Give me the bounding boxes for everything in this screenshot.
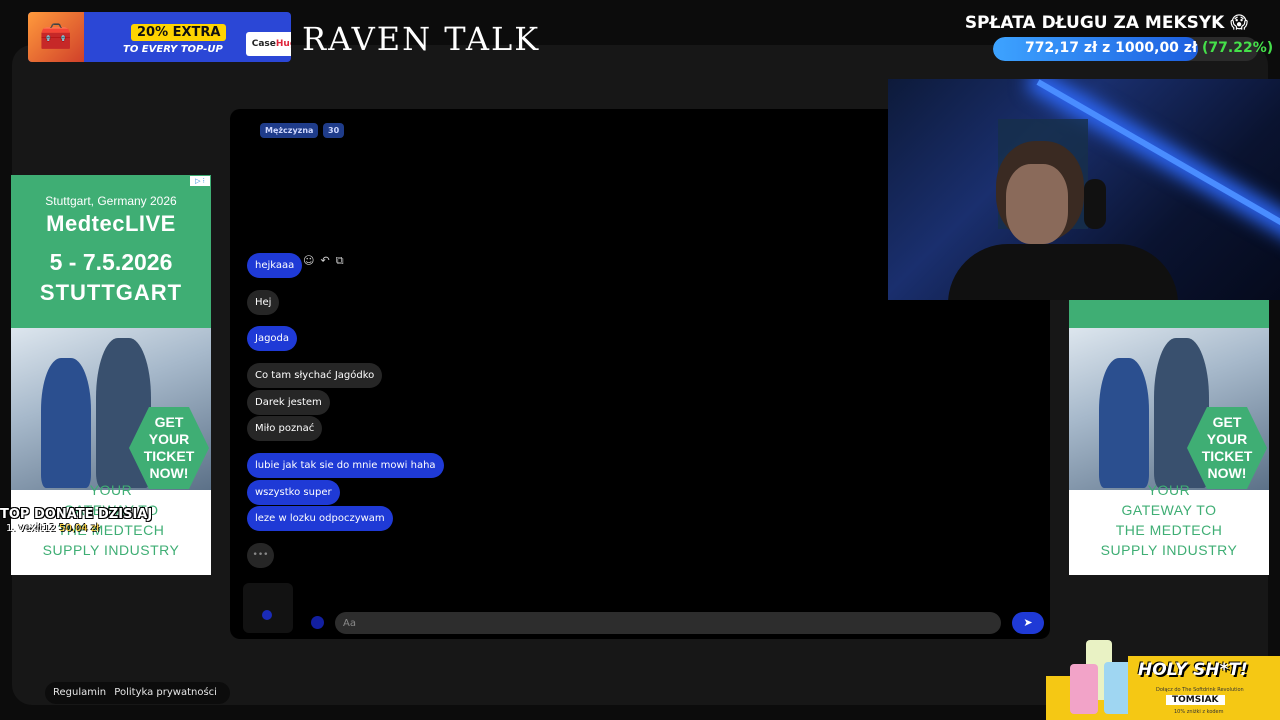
sponsor-name: TOMSIAK [1166, 695, 1225, 705]
chat-message[interactable]: Jagoda [247, 326, 298, 351]
ad-city: STUTTGART [39, 280, 183, 305]
ad-tagline: YOUR GATEWAY TO THE MEDTECH SUPPLY INDUS… [1100, 482, 1238, 558]
goal-title: SPŁATA DŁUGU ZA MEKSYK 😱 [964, 13, 1248, 33]
top-donate-entry: 1. vexit12 50,04 zł [6, 523, 99, 534]
promo-brand-logo: CaseHug [246, 32, 291, 56]
terms-link[interactable]: Regulamin [53, 687, 106, 698]
emoji-react-icon[interactable]: ☺ [303, 254, 320, 267]
goal-amount: 772,17 zł z 1000,00 zł (77.22%) [1025, 40, 1273, 56]
send-button[interactable]: ➤ [1012, 612, 1044, 634]
webcam-overlay [888, 79, 1280, 300]
webcam-streamer-body [948, 244, 1178, 300]
chat-message[interactable]: lubie jak tak sie do mnie mowi haha [247, 453, 444, 478]
attach-button[interactable] [311, 616, 324, 629]
drink-packs-image [1066, 636, 1136, 720]
sponsor-note: 10% zniżki z kodem [1174, 709, 1224, 715]
media-preview-icon [262, 610, 272, 620]
drink-pack-2 [1070, 664, 1098, 714]
chat-message[interactable]: Co tam słychać Jagódko [247, 363, 383, 388]
goal-target: 1000,00 zł [1115, 40, 1198, 56]
media-preview-card[interactable] [243, 583, 293, 633]
goal-percent: (77.22%) [1202, 40, 1274, 56]
headset-icon [1084, 179, 1106, 229]
privacy-link[interactable]: Polityka prywatności [114, 687, 217, 698]
ad-person-1 [41, 358, 91, 488]
ad-choices-icon[interactable]: ▷ ⁝ [190, 176, 210, 186]
promo-subtitle: TO EVERY TOP-UP [123, 44, 223, 55]
gender-tag: Mężczyzna [260, 123, 319, 138]
chat-message[interactable]: wszystko super [247, 480, 340, 505]
age-tag: 30 [323, 123, 345, 138]
goal-current: 772,17 zł [1025, 40, 1098, 56]
sponsor-title: HOLY SH*T! [1138, 660, 1248, 680]
goal-connector: z [1102, 40, 1111, 56]
ad-cta-line: TICKET [143, 448, 195, 464]
chat-message[interactable]: hejkaaa [247, 253, 303, 278]
treasure-chest-icon: 🧰 [28, 12, 84, 62]
ad-dates: 5 - 7.5.2026 [49, 249, 173, 275]
ad-header: Stuttgart, Germany 2026 MedtecLIVE 5 - 7… [11, 175, 211, 328]
top-donate-title: TOP DONATE DZISIAJ [0, 507, 153, 522]
typing-indicator: ••• [247, 543, 274, 568]
copy-icon[interactable]: ⧉ [336, 254, 350, 267]
promo-extra-label: 20% EXTRA [131, 24, 227, 41]
ad-brand: MedtecLIVE [46, 211, 176, 236]
chat-message[interactable]: Darek jestem [247, 390, 330, 415]
webcam-streamer-face [1006, 164, 1068, 244]
message-actions: ☺↶⧉ [303, 254, 350, 268]
top-donate-amount: 50,04 zł [59, 523, 100, 534]
chat-message[interactable]: Hej [247, 290, 280, 315]
reply-icon[interactable]: ↶ [320, 254, 335, 267]
site-logo[interactable]: RAVEN TALK [302, 20, 540, 58]
donation-goal: SPŁATA DŁUGU ZA MEKSYK 😱 772,17 zł z 100… [965, 10, 1273, 61]
footer-links: Regulamin Polityka prywatności [45, 682, 230, 704]
chat-message[interactable]: Miło poznać [247, 416, 323, 441]
chat-message[interactable]: leze w lozku odpoczywam [247, 506, 393, 531]
ad-cta-line: GET [154, 414, 184, 430]
top-donate-user: 1. vexit12 [6, 523, 56, 534]
promo-banner[interactable]: 🧰 20% EXTRA TO EVERY TOP-UP CaseHug [28, 12, 291, 62]
ad-city-line: Stuttgart, Germany 2026 [45, 194, 177, 208]
sponsor-subtitle: Dołącz do The Softdrink Revolution [1156, 687, 1244, 693]
message-input[interactable] [335, 612, 1001, 634]
ad-person-1 [1099, 358, 1149, 488]
ad-cta-line: YOUR [148, 431, 190, 447]
